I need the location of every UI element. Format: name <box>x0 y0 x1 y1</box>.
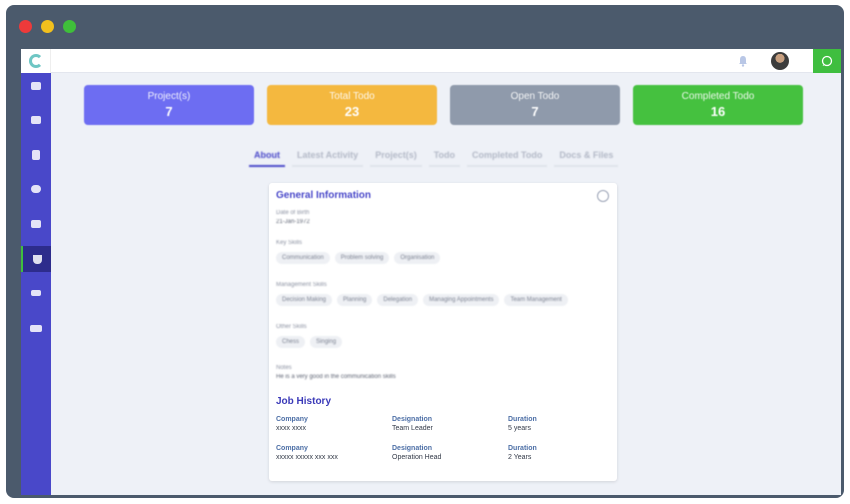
job-row-company: Company xxxx xxxx <box>276 416 386 432</box>
stat-total-todo-value: 23 <box>344 104 360 119</box>
about-card: General Information Date of Birth 21-Jan… <box>269 183 617 481</box>
skill-chip: Decision Making <box>276 294 333 306</box>
skill-chip: Planning <box>337 294 373 306</box>
stat-open-todo-label: Open Todo <box>510 91 560 102</box>
skill-chip: Problem solving <box>334 252 390 264</box>
stat-projects-label: Project(s) <box>147 91 191 102</box>
duration-header: Duration <box>508 445 537 452</box>
sidebar-item-card[interactable] <box>21 315 51 341</box>
stat-projects[interactable]: Project(s) 7 <box>84 85 254 125</box>
sidebar-item-pages[interactable] <box>21 211 51 237</box>
other-skills-list: Chess Singing <box>276 336 343 348</box>
tab-about[interactable]: About <box>249 148 285 167</box>
job-history-title: Job History <box>276 396 332 407</box>
tab-latest-activity[interactable]: Latest Activity <box>292 148 364 167</box>
general-info-title: General Information <box>276 190 372 201</box>
company-value: xxxxx xxxxx xxx xxx <box>276 454 338 461</box>
skill-chip: Managing Appointments <box>423 294 500 306</box>
document-icon <box>32 150 40 160</box>
job-row-designation: Designation Operation Head <box>392 445 502 461</box>
sidebar-item-home[interactable] <box>21 73 51 99</box>
designation-header: Designation <box>392 445 433 452</box>
avatar[interactable] <box>771 52 789 70</box>
card-icon <box>30 324 42 332</box>
key-skills-label: Key Skills <box>276 240 303 246</box>
duration-value: 5 years <box>508 425 531 432</box>
share-icon <box>31 290 41 296</box>
job-row-duration: Duration 5 years <box>508 416 618 432</box>
skill-chip: Chess <box>276 336 306 348</box>
stat-completed-todo[interactable]: Completed Todo 16 <box>633 85 803 125</box>
tab-projects[interactable]: Project(s) <box>370 148 422 167</box>
dob-value: 21-Jan-1972 <box>276 219 310 225</box>
bell-icon[interactable] <box>738 55 748 67</box>
skill-chip: Singing <box>310 336 343 348</box>
company-header: Company <box>276 445 308 452</box>
list-icon <box>31 116 41 124</box>
chat-button[interactable] <box>813 49 841 73</box>
sidebar-item-share[interactable] <box>21 280 51 306</box>
maximize-window-button[interactable] <box>63 20 76 33</box>
company-header: Company <box>276 416 308 423</box>
tab-docs-files[interactable]: Docs & Files <box>554 148 619 167</box>
cloud-icon <box>31 185 41 193</box>
skill-chip: Organisation <box>394 252 441 264</box>
tab-todo[interactable]: Todo <box>428 148 461 167</box>
tab-completed-todo[interactable]: Completed Todo <box>467 148 548 167</box>
stat-open-todo[interactable]: Open Todo 7 <box>450 85 620 125</box>
sidebar-item-document[interactable] <box>21 142 51 168</box>
other-skills-label: Other Skills <box>276 324 307 330</box>
edit-icon[interactable] <box>597 190 609 202</box>
notes-value: He is a very good in the communication s… <box>276 374 396 380</box>
logo-mark-icon <box>28 54 43 68</box>
sidebar <box>21 73 51 495</box>
top-bar <box>21 49 841 73</box>
job-row-duration: Duration 2 Years <box>508 445 618 461</box>
stat-total-todo-label: Total Todo <box>329 91 375 102</box>
sidebar-item-cloud[interactable] <box>21 176 51 202</box>
skill-chip: Communication <box>276 252 330 264</box>
app-window: Project(s) 7 Total Todo 23 Open Todo 7 C… <box>6 5 844 498</box>
app-logo[interactable] <box>21 49 51 73</box>
duration-header: Duration <box>508 416 537 423</box>
mgmt-skills-list: Decision Making Planning Delegation Mana… <box>276 294 568 306</box>
stat-completed-todo-value: 16 <box>710 104 726 119</box>
chat-icon <box>821 55 833 67</box>
stat-completed-todo-label: Completed Todo <box>681 91 755 102</box>
designation-value: Operation Head <box>392 454 442 461</box>
sidebar-item-list[interactable] <box>21 107 51 133</box>
minimize-window-button[interactable] <box>41 20 54 33</box>
skill-chip: Delegation <box>377 294 419 306</box>
duration-value: 2 Years <box>508 454 532 461</box>
dob-label: Date of Birth <box>276 210 310 216</box>
pages-icon <box>31 220 41 228</box>
job-row-designation: Designation Team Leader <box>392 416 502 432</box>
mgmt-skills-label: Management Skills <box>276 282 327 288</box>
app-screen: Project(s) 7 Total Todo 23 Open Todo 7 C… <box>21 49 841 495</box>
key-skills-list: Communication Problem solving Organisati… <box>276 252 441 264</box>
stat-open-todo-value: 7 <box>531 104 539 119</box>
close-window-button[interactable] <box>19 20 32 33</box>
home-icon <box>31 82 41 90</box>
company-value: xxxx xxxx <box>276 425 306 432</box>
stat-projects-value: 7 <box>165 104 173 119</box>
designation-header: Designation <box>392 416 433 423</box>
skill-chip: Team Management <box>504 294 568 306</box>
trophy-icon <box>32 254 42 264</box>
job-row-company: Company xxxxx xxxxx xxx xxx <box>276 445 386 461</box>
stat-total-todo[interactable]: Total Todo 23 <box>267 85 437 125</box>
sidebar-item-trophy[interactable] <box>21 246 51 272</box>
profile-tabs: About Latest Activity Project(s) Todo Co… <box>249 148 625 167</box>
notes-label: Notes <box>276 365 292 371</box>
designation-value: Team Leader <box>392 425 433 432</box>
